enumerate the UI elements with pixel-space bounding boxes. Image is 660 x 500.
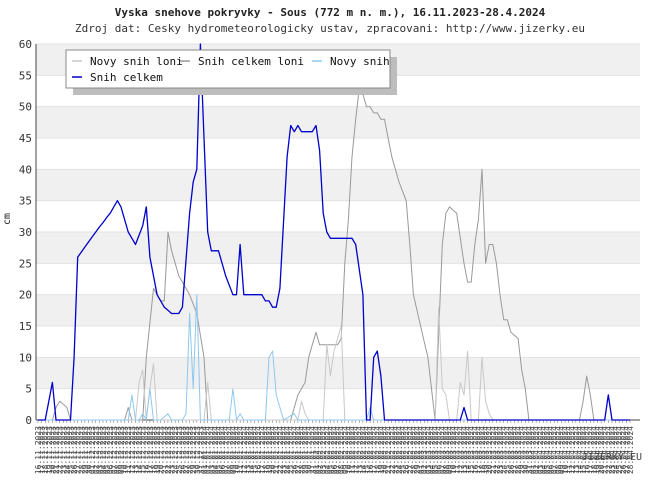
x-tick-labels: 16.11.202317.11.202318.11.202319.11.2023… [34,420,635,474]
x-tick-label: 28.04.2024 [626,426,635,474]
legend-label: Novy snih [330,55,390,68]
legend: Novy snih loni Snih celkem loni Novy snih S… [65,49,397,95]
y-tick-label: 0 [25,414,32,427]
y-tick-label: 20 [19,289,32,302]
legend-label: Snih celkem [90,71,163,84]
y-tick-labels: 0 5 10 15 20 25 30 35 40 45 50 55 60 [19,38,32,427]
y-tick-label: 5 [25,383,32,396]
y-tick-label: 30 [19,226,32,239]
grid-band [36,232,640,264]
grid-band [36,357,640,389]
grid-band [36,294,640,326]
y-tick-label: 55 [19,69,32,82]
legend-label: Novy snih loni [90,55,183,68]
legend-label: Snih celkem loni [198,55,304,68]
y-tick-label: 25 [19,257,32,270]
y-tick-label: 50 [19,101,32,114]
y-tick-label: 45 [19,132,32,145]
y-tick-label: 60 [19,38,32,51]
y-tick-label: 10 [19,351,32,364]
grid-band [36,106,640,138]
y-tick-label: 15 [19,320,32,333]
y-tick-label: 40 [19,163,32,176]
snow-depth-chart: 0 5 10 15 20 25 30 35 40 45 50 55 60 16.11.202317.11… [19,38,640,474]
y-tick-label: 35 [19,195,32,208]
grid-band [36,169,640,201]
credit-label: JIZERKY.EU [581,452,642,463]
